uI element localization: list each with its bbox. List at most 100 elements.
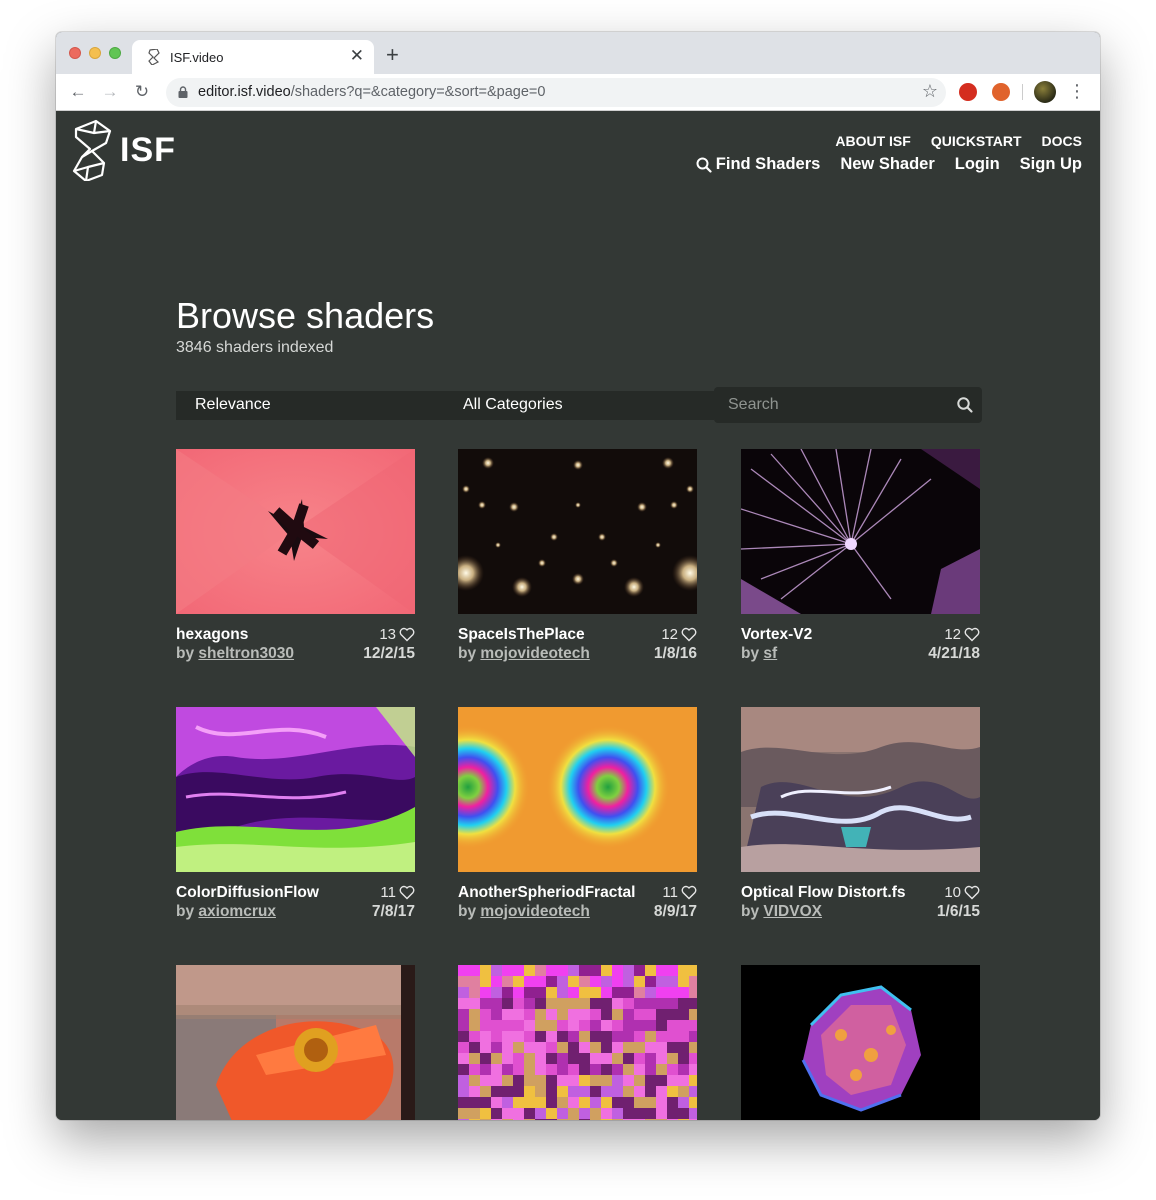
shader-likes[interactable]: 11 bbox=[662, 884, 697, 901]
shader-thumbnail[interactable] bbox=[176, 707, 415, 872]
duckduckgo-extension-icon[interactable] bbox=[992, 83, 1010, 101]
mosaic-cell bbox=[612, 1119, 623, 1120]
shader-thumbnail[interactable] bbox=[176, 449, 415, 614]
shader-name[interactable]: AnotherSpheriodFractal bbox=[458, 884, 643, 902]
maximize-window-button[interactable] bbox=[109, 47, 121, 59]
sort-select[interactable]: Relevance bbox=[176, 391, 444, 420]
browser-menu-icon[interactable]: ⋮ bbox=[1068, 80, 1086, 102]
shader-thumbnail[interactable] bbox=[741, 965, 980, 1120]
new-tab-icon[interactable]: + bbox=[386, 44, 399, 66]
shader-author-link[interactable]: sheltron3030 bbox=[198, 645, 294, 662]
shader-likes[interactable]: 10 bbox=[944, 884, 980, 901]
mosaic-cell bbox=[579, 976, 590, 987]
mosaic-cell bbox=[579, 965, 590, 976]
search-input[interactable] bbox=[714, 387, 944, 423]
mosaic-cell bbox=[524, 1053, 535, 1064]
shader-author-link[interactable]: mojovideotech bbox=[480, 903, 589, 920]
shader-likes[interactable]: 12 bbox=[944, 626, 980, 643]
search-button-icon[interactable] bbox=[956, 396, 974, 414]
mosaic-cell bbox=[535, 1119, 546, 1120]
shader-card[interactable]: ColorDiffusionFlow 11 by axiomcrux 7/8/1… bbox=[176, 707, 415, 924]
shader-author-link[interactable]: mojovideotech bbox=[480, 645, 589, 662]
mosaic-cell bbox=[612, 987, 623, 998]
adblock-extension-icon[interactable] bbox=[959, 83, 977, 101]
shader-name[interactable]: hexagons bbox=[176, 626, 361, 644]
mosaic-cell bbox=[458, 1009, 469, 1020]
nav-quickstart[interactable]: QUICKSTART bbox=[931, 133, 1022, 149]
mosaic-cell bbox=[513, 1119, 524, 1120]
shader-card[interactable]: SpaceIsThePlace 12 by mojovideotech 1/8/… bbox=[458, 449, 697, 666]
shader-card[interactable]: hexagons 13 by sheltron3030 12/2/15 bbox=[176, 449, 415, 666]
mosaic-cell bbox=[557, 1020, 568, 1031]
mosaic-cell bbox=[634, 1108, 645, 1119]
shader-card[interactable] bbox=[458, 965, 697, 1120]
shader-name[interactable]: Vortex-V2 bbox=[741, 626, 926, 644]
shader-name[interactable]: SpaceIsThePlace bbox=[458, 626, 643, 644]
close-tab-icon[interactable]: ✕ bbox=[350, 46, 364, 66]
back-icon[interactable]: ← bbox=[67, 81, 89, 103]
shader-thumbnail[interactable] bbox=[741, 707, 980, 872]
mosaic-cell bbox=[535, 1086, 546, 1097]
nav-find-shaders[interactable]: Find Shaders bbox=[696, 155, 820, 174]
shader-card[interactable]: Vortex-V2 12 by sf 4/21/18 bbox=[741, 449, 980, 666]
site-logo-text[interactable]: ISF bbox=[120, 131, 176, 170]
shader-likes[interactable]: 11 bbox=[380, 884, 415, 901]
shader-name[interactable]: ColorDiffusionFlow bbox=[176, 884, 361, 902]
forward-icon[interactable]: → bbox=[99, 81, 121, 103]
nav-about-isf[interactable]: ABOUT ISF bbox=[835, 133, 910, 149]
mosaic-cell bbox=[524, 1042, 535, 1053]
shader-card[interactable]: Optical Flow Distort.fs 10 by VIDVOX 1/6… bbox=[741, 707, 980, 924]
shader-likes[interactable]: 12 bbox=[661, 626, 697, 643]
mosaic-cell bbox=[546, 1020, 557, 1031]
mosaic-cell bbox=[535, 1064, 546, 1075]
shader-card[interactable] bbox=[176, 965, 415, 1120]
mosaic-cell bbox=[469, 1009, 480, 1020]
nav-sign-up[interactable]: Sign Up bbox=[1020, 155, 1082, 174]
minimize-window-button[interactable] bbox=[89, 47, 101, 59]
mosaic-cell bbox=[667, 1097, 678, 1108]
mosaic-cell bbox=[535, 987, 546, 998]
mosaic-cell bbox=[480, 1108, 491, 1119]
shader-author-link[interactable]: VIDVOX bbox=[763, 903, 822, 920]
shader-thumbnail[interactable] bbox=[458, 965, 697, 1120]
shader-thumbnail[interactable] bbox=[458, 707, 697, 872]
mosaic-cell bbox=[491, 1053, 502, 1064]
reload-icon[interactable]: ↻ bbox=[131, 81, 153, 103]
mosaic-cell bbox=[535, 965, 546, 976]
mosaic-cell bbox=[689, 998, 697, 1009]
profile-avatar[interactable] bbox=[1034, 81, 1056, 103]
shader-card[interactable]: AnotherSpheriodFractal 11 by mojovideote… bbox=[458, 707, 697, 924]
shader-thumbnail[interactable] bbox=[176, 965, 415, 1120]
mosaic-cell bbox=[689, 1020, 697, 1031]
mosaic-cell bbox=[546, 1042, 557, 1053]
nav-new-shader[interactable]: New Shader bbox=[840, 155, 934, 174]
shader-author-link[interactable]: sf bbox=[763, 645, 777, 662]
mosaic-cell bbox=[645, 1053, 656, 1064]
mosaic-cell bbox=[491, 1064, 502, 1075]
mosaic-cell bbox=[612, 1020, 623, 1031]
shader-author-link[interactable]: axiomcrux bbox=[198, 903, 276, 920]
shader-likes[interactable]: 13 bbox=[379, 626, 415, 643]
mosaic-cell bbox=[546, 987, 557, 998]
nav-login[interactable]: Login bbox=[955, 155, 1000, 174]
shader-thumbnail[interactable] bbox=[741, 449, 980, 614]
mosaic-cell bbox=[491, 965, 502, 976]
browser-tab[interactable]: ISF.video ✕ bbox=[132, 40, 374, 74]
close-window-button[interactable] bbox=[69, 47, 81, 59]
mosaic-cell bbox=[634, 1119, 645, 1120]
shader-card[interactable] bbox=[741, 965, 980, 1120]
shader-date: 7/8/17 bbox=[371, 903, 415, 920]
nav-docs[interactable]: DOCS bbox=[1042, 133, 1082, 149]
mosaic-cell bbox=[689, 1086, 697, 1097]
shader-name[interactable]: Optical Flow Distort.fs bbox=[741, 884, 926, 902]
heart-icon bbox=[681, 885, 697, 900]
mosaic-cell bbox=[579, 1053, 590, 1064]
category-select[interactable]: All Categories bbox=[444, 391, 714, 420]
bookmark-star-icon[interactable]: ☆ bbox=[922, 81, 938, 102]
shader-thumbnail[interactable] bbox=[458, 449, 697, 614]
mosaic-cell bbox=[634, 1086, 645, 1097]
mosaic-cell bbox=[535, 1020, 546, 1031]
mosaic-cell bbox=[557, 1031, 568, 1042]
isf-logo-icon[interactable] bbox=[72, 119, 112, 181]
address-bar[interactable]: editor.isf.video/shaders?q=&category=&so… bbox=[166, 78, 946, 107]
